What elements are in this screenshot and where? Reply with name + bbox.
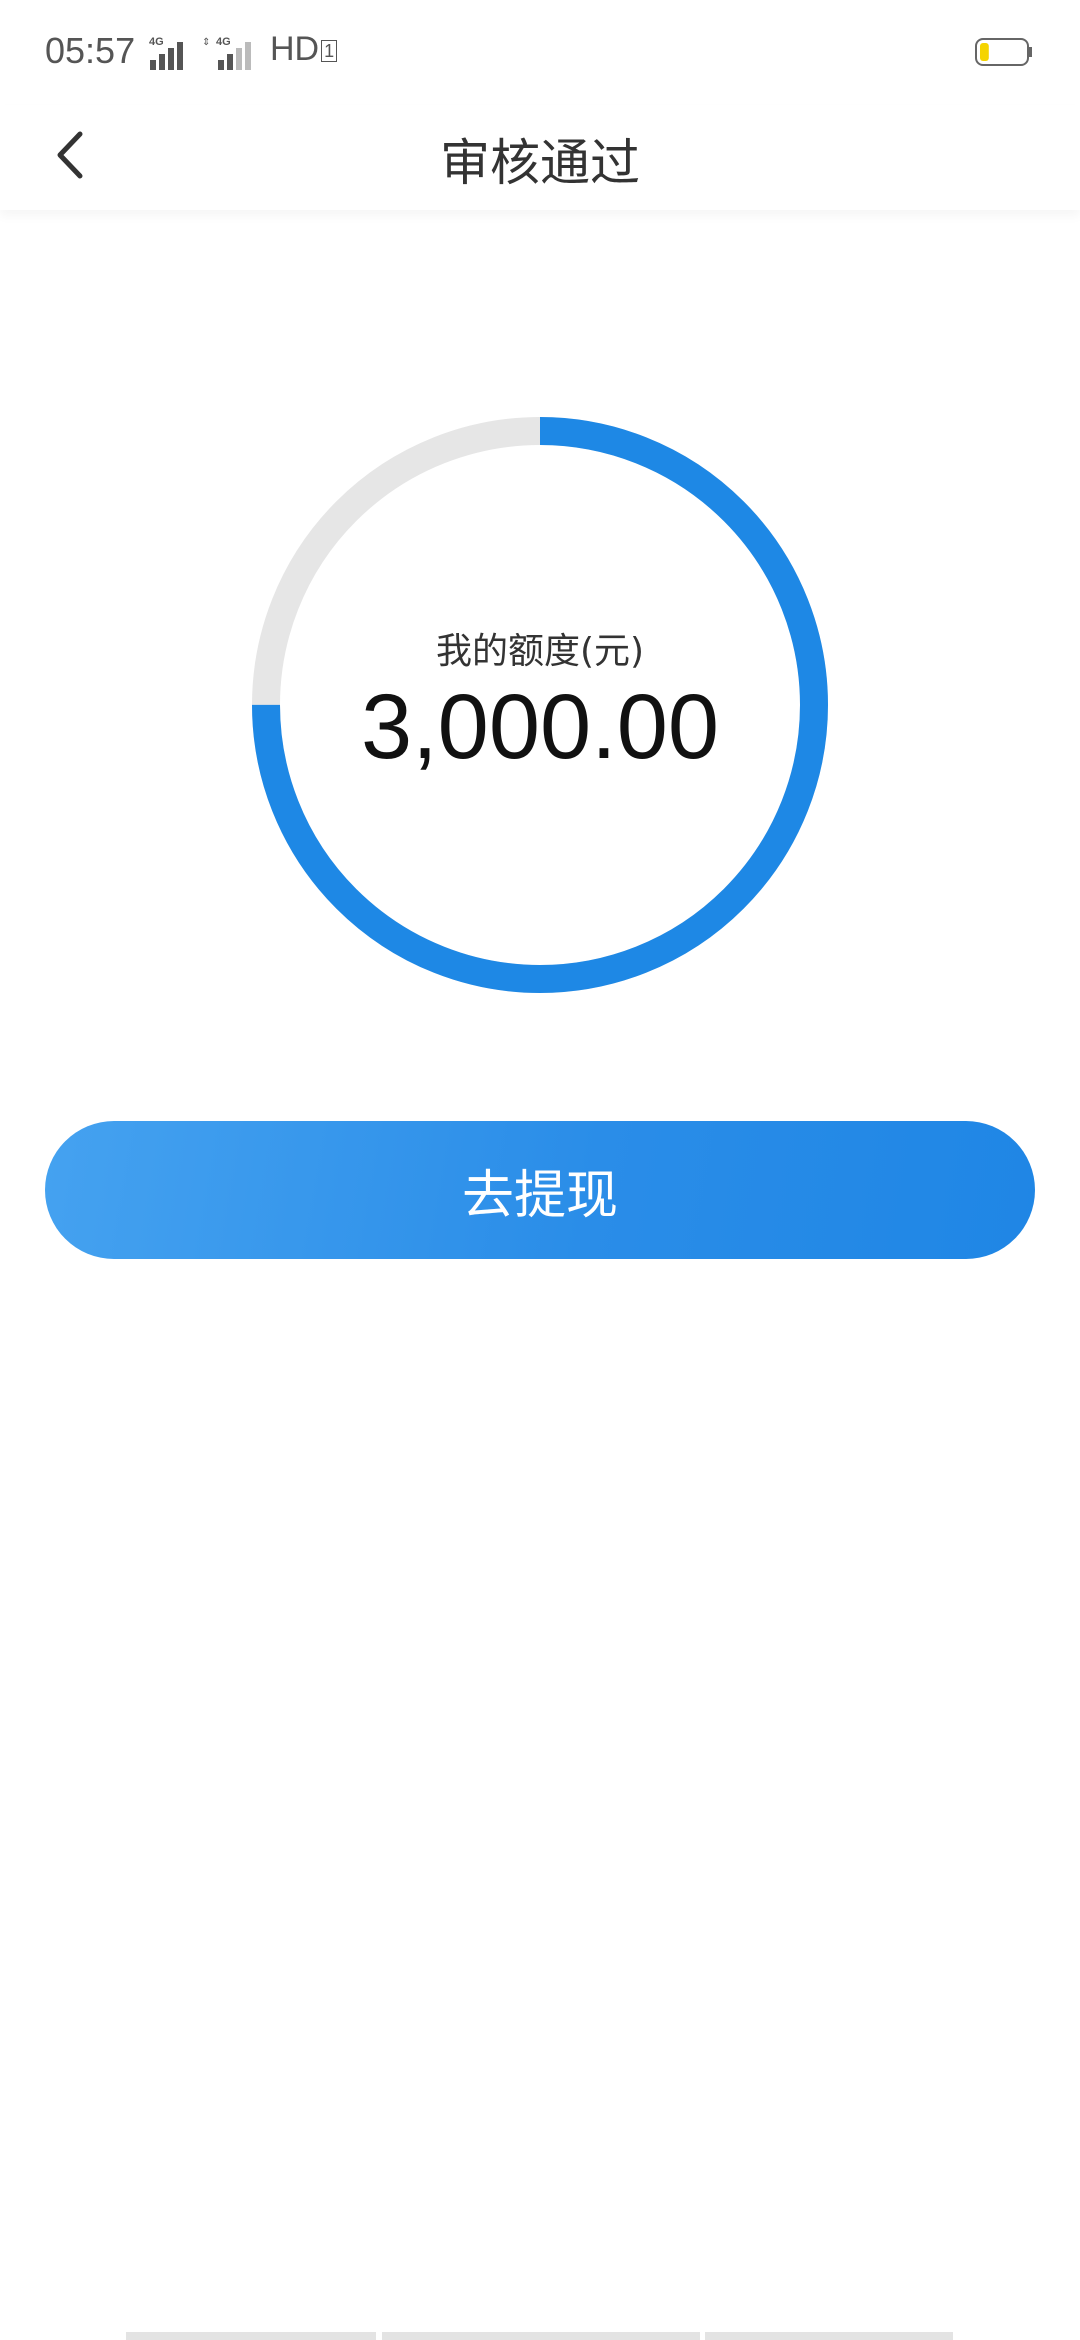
svg-text:4G: 4G [216,36,231,48]
bottom-indicator-left [126,2332,376,2340]
bottom-indicator-right [705,2332,953,2340]
battery-icon [975,38,1032,66]
svg-text:4G: 4G [149,36,164,48]
svg-text:⇕: ⇕ [202,37,210,48]
navigation-bar: 审核通过 [0,105,1080,210]
signal-4g-icon: 4G [149,36,183,70]
signal-4g-secondary-icon: ⇕ 4G [202,36,251,70]
status-time: 05:57 [45,30,136,71]
status-bar: 05:57 4G ⇕ 4G HD 1 [0,0,1080,105]
credit-amount: 3,000.00 [360,676,720,778]
page-title: 审核通过 [440,134,640,192]
hd-indicator: HD 1 [270,30,338,69]
credit-label: 我的额度(元) [435,631,645,672]
withdraw-button[interactable]: 去提现 [45,1121,1035,1259]
bottom-indicator-center [382,2332,700,2340]
